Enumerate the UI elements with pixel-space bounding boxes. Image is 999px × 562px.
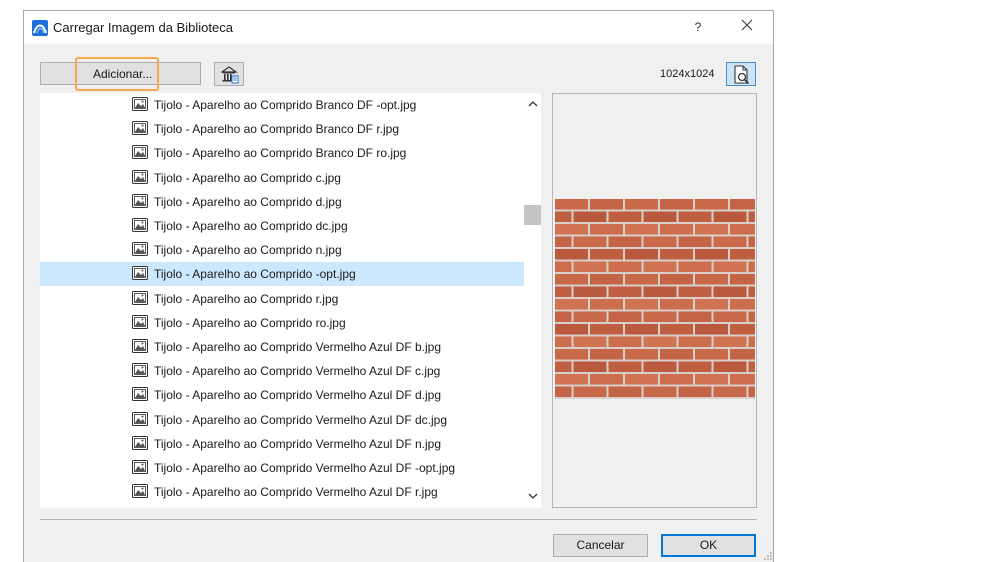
file-name: Tijolo - Aparelho ao Comprido Vermelho A… bbox=[154, 485, 438, 499]
image-file-icon bbox=[132, 120, 148, 136]
file-list-item[interactable]: Tijolo - Aparelho ao Comprido c.jpg bbox=[40, 166, 524, 190]
image-file-icon bbox=[132, 217, 148, 233]
image-file-icon bbox=[132, 483, 148, 499]
file-name: Tijolo - Aparelho ao Comprido c.jpg bbox=[154, 171, 341, 185]
file-list-item[interactable]: Tijolo - Aparelho ao Comprido n.jpg bbox=[40, 238, 524, 262]
file-list-item[interactable]: Tijolo - Aparelho ao Comprido r.jpg bbox=[40, 287, 524, 311]
file-name: Tijolo - Aparelho ao Comprido Branco DF … bbox=[154, 146, 407, 160]
file-name: Tijolo - Aparelho ao Comprido Branco DF … bbox=[154, 98, 417, 112]
file-name: Tijolo - Aparelho ao Comprido -opt.jpg bbox=[154, 267, 356, 281]
file-name: Tijolo - Aparelho ao Comprido Vermelho A… bbox=[154, 340, 442, 354]
file-name: Tijolo - Aparelho ao Comprido Vermelho A… bbox=[154, 413, 448, 427]
preview-toggle-button[interactable] bbox=[726, 62, 756, 86]
preview-zoom-icon bbox=[734, 65, 750, 85]
chevron-down-icon[interactable] bbox=[524, 489, 541, 501]
ok-button[interactable]: OK bbox=[661, 534, 756, 557]
image-file-icon bbox=[132, 314, 148, 330]
image-file-icon bbox=[132, 96, 148, 112]
file-list-item[interactable]: Tijolo - Aparelho ao Comprido Vermelho A… bbox=[40, 359, 524, 383]
help-button[interactable]: ? bbox=[688, 17, 708, 37]
file-list[interactable]: Tijolo - Aparelho ao Comprido Branco DF … bbox=[40, 93, 524, 508]
image-file-icon bbox=[132, 435, 148, 451]
file-list-item[interactable]: Tijolo - Aparelho ao Comprido ro.jpg bbox=[40, 311, 524, 335]
file-list-item[interactable]: Tijolo - Aparelho ao Comprido Vermelho A… bbox=[40, 383, 524, 407]
image-file-icon bbox=[132, 459, 148, 475]
file-list-item[interactable]: Tijolo - Aparelho ao Comprido d.jpg bbox=[40, 190, 524, 214]
file-name: Tijolo - Aparelho ao Comprido dc.jpg bbox=[154, 219, 348, 233]
footer-divider bbox=[40, 519, 757, 520]
scroll-thumb[interactable] bbox=[524, 205, 541, 225]
file-name: Tijolo - Aparelho ao Comprido n.jpg bbox=[154, 243, 342, 257]
image-file-icon bbox=[132, 290, 148, 306]
image-file-icon bbox=[132, 241, 148, 257]
resize-grip-icon[interactable] bbox=[764, 552, 773, 561]
file-list-item[interactable]: Tijolo - Aparelho ao Comprido Vermelho A… bbox=[40, 480, 524, 504]
file-name: Tijolo - Aparelho ao Comprido Vermelho A… bbox=[154, 437, 442, 451]
image-file-icon bbox=[132, 386, 148, 402]
image-file-icon bbox=[132, 144, 148, 160]
file-list-item[interactable]: Tijolo - Aparelho ao Comprido Branco DF … bbox=[40, 93, 524, 117]
file-list-item[interactable]: Tijolo - Aparelho ao Comprido Branco DF … bbox=[40, 117, 524, 141]
chevron-up-icon[interactable] bbox=[524, 97, 541, 109]
brick-texture-preview bbox=[555, 199, 755, 399]
archicad-icon bbox=[32, 20, 48, 36]
vertical-scrollbar[interactable] bbox=[524, 93, 541, 508]
image-preview-panel bbox=[552, 93, 757, 508]
load-image-dialog: Carregar Imagem da Biblioteca ? Adiciona… bbox=[23, 10, 774, 562]
image-file-icon bbox=[132, 265, 148, 281]
file-name: Tijolo - Aparelho ao Comprido d.jpg bbox=[154, 195, 342, 209]
image-file-icon bbox=[132, 193, 148, 209]
file-list-item[interactable]: Tijolo - Aparelho ao Comprido Vermelho A… bbox=[40, 456, 524, 480]
image-file-icon bbox=[132, 338, 148, 354]
file-name: Tijolo - Aparelho ao Comprido ro.jpg bbox=[154, 316, 346, 330]
dialog-title: Carregar Imagem da Biblioteca bbox=[53, 20, 233, 35]
file-list-item[interactable]: Tijolo - Aparelho ao Comprido Branco DF … bbox=[40, 141, 524, 165]
file-name: Tijolo - Aparelho ao Comprido Vermelho A… bbox=[154, 461, 456, 475]
file-list-item[interactable]: Tijolo - Aparelho ao Comprido Vermelho A… bbox=[40, 408, 524, 432]
library-manager-icon bbox=[221, 66, 239, 84]
add-button[interactable]: Adicionar... bbox=[40, 62, 201, 85]
file-name: Tijolo - Aparelho ao Comprido Vermelho A… bbox=[154, 388, 442, 402]
image-file-icon bbox=[132, 362, 148, 378]
image-file-icon bbox=[132, 169, 148, 185]
close-icon[interactable] bbox=[736, 17, 758, 37]
add-button-label: Adicionar... bbox=[93, 67, 153, 81]
image-size-label: 1024x1024 bbox=[660, 68, 715, 80]
title-bar: Carregar Imagem da Biblioteca ? bbox=[24, 11, 773, 44]
library-manager-button[interactable] bbox=[214, 62, 244, 86]
file-list-item[interactable]: Tijolo - Aparelho ao Comprido Vermelho A… bbox=[40, 432, 524, 456]
file-name: Tijolo - Aparelho ao Comprido Branco DF … bbox=[154, 122, 400, 136]
file-list-item[interactable]: Tijolo - Aparelho ao Comprido Vermelho A… bbox=[40, 335, 524, 359]
file-name: Tijolo - Aparelho ao Comprido Vermelho A… bbox=[154, 364, 441, 378]
file-list-item[interactable]: Tijolo - Aparelho ao Comprido dc.jpg bbox=[40, 214, 524, 238]
image-file-icon bbox=[132, 411, 148, 427]
file-list-item[interactable]: Tijolo - Aparelho ao Comprido -opt.jpg bbox=[40, 262, 524, 286]
cancel-button[interactable]: Cancelar bbox=[553, 534, 648, 557]
file-name: Tijolo - Aparelho ao Comprido r.jpg bbox=[154, 292, 339, 306]
